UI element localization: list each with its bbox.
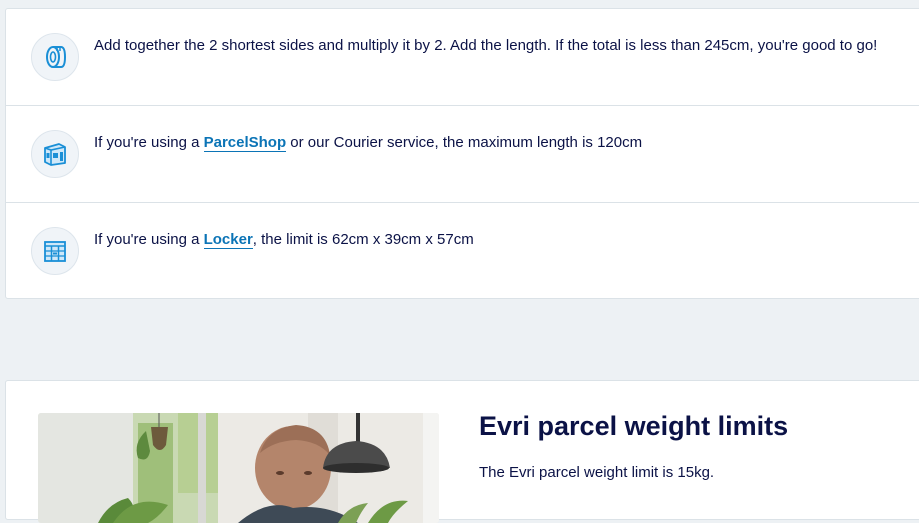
man-with-parcel-photo — [38, 413, 439, 523]
parcelshop-rule-suffix: or our Courier service, the maximum leng… — [286, 134, 643, 151]
parcelshop-rule-text: If you're using a ParcelShop or our Cour… — [94, 134, 642, 152]
locker-link[interactable]: Locker — [203, 231, 253, 249]
parcelshop-link[interactable]: ParcelShop — [203, 134, 287, 152]
locker-rule-prefix: If you're using a — [94, 231, 204, 248]
size-rule-row: Add together the 2 shortest sides and mu… — [6, 9, 919, 106]
weight-limits-description: The Evri parcel weight limit is 15kg. — [479, 464, 715, 481]
locker-rule-suffix: , the limit is 62cm x 39cm x 57cm — [252, 231, 474, 248]
locker-rule-text: If you're using a Locker, the limit is 6… — [94, 231, 474, 249]
locker-icon — [31, 227, 79, 275]
weight-limits-title: Evri parcel weight limits — [479, 411, 789, 441]
tape-measure-icon — [31, 33, 79, 81]
parcelshop-icon — [31, 130, 79, 178]
weight-limits-card: Evri parcel weight limits The Evri parce… — [5, 380, 919, 523]
locker-rule-row: If you're using a Locker, the limit is 6… — [6, 203, 919, 300]
size-rules-card: Add together the 2 shortest sides and mu… — [5, 8, 919, 299]
parcelshop-rule-prefix: If you're using a — [94, 134, 204, 151]
parcelshop-rule-row: If you're using a ParcelShop or our Cour… — [6, 106, 919, 203]
size-rule-text: Add together the 2 shortest sides and mu… — [94, 37, 878, 54]
